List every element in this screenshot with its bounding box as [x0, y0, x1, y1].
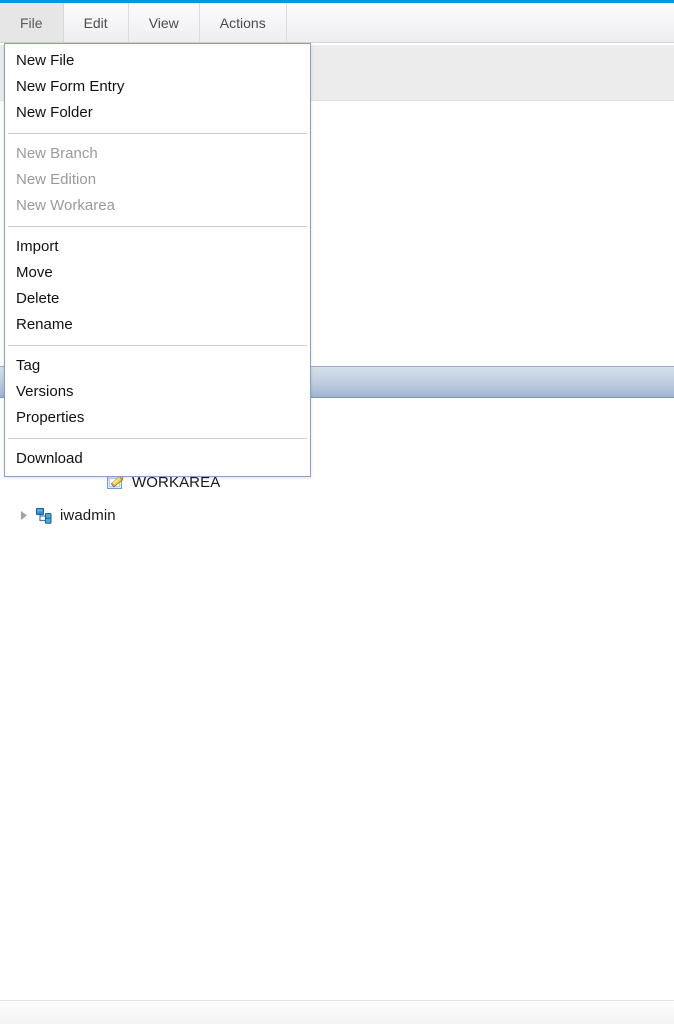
menu-item-move[interactable]: Move — [5, 260, 310, 286]
menu-separator-1 — [8, 133, 307, 134]
menu-tab-view-label: View — [148, 14, 179, 31]
menu-tab-view[interactable]: View — [129, 3, 200, 42]
status-strip — [0, 1000, 674, 1024]
menu-group-file-ops: Import Move Delete Rename — [5, 234, 310, 338]
menu-item-new-file[interactable]: New File — [5, 48, 310, 74]
menu-tab-edit[interactable]: Edit — [64, 3, 129, 42]
menu-separator-2 — [8, 226, 307, 227]
menu-bar: File Edit View Actions — [0, 3, 674, 43]
menu-item-properties[interactable]: Properties — [5, 405, 310, 431]
menu-group-new: New File New Form Entry New Folder — [5, 48, 310, 126]
menu-separator-3 — [8, 345, 307, 346]
menu-bar-empty-space — [287, 3, 674, 42]
menu-item-new-branch: New Branch — [16, 145, 98, 162]
menu-tab-actions-label: Actions — [219, 14, 266, 31]
branch-node-icon — [34, 506, 53, 525]
menu-item-versions[interactable]: Versions — [5, 379, 310, 405]
file-dropdown-menu: New File New Form Entry New Folder New B… — [4, 43, 311, 477]
menu-group-new-advanced: New Branch New Edition New Workarea — [5, 141, 310, 219]
tree-row-iwadmin-label: iwadmin — [60, 507, 116, 524]
menu-item-rename[interactable]: Rename — [5, 312, 310, 338]
menu-separator-4 — [8, 438, 307, 439]
menu-group-transfer: Download — [5, 446, 310, 472]
menu-tab-edit-label: Edit — [83, 14, 108, 31]
menu-item-new-edition: New Edition — [16, 171, 97, 188]
menu-tab-actions[interactable]: Actions — [200, 3, 287, 42]
menu-item-delete[interactable]: Delete — [5, 286, 310, 312]
menu-item-new-workarea: New Workarea — [16, 197, 115, 214]
menu-tab-file-label: File — [20, 14, 43, 31]
menu-group-metadata: Tag Versions Properties — [5, 353, 310, 431]
menu-item-new-folder[interactable]: New Folder — [5, 100, 310, 126]
menu-item-new-form-entry[interactable]: New Form Entry — [5, 74, 310, 100]
menu-item-tag[interactable]: Tag — [5, 353, 310, 379]
menu-tab-file[interactable]: File — [0, 3, 64, 42]
chevron-right-icon[interactable] — [16, 509, 30, 523]
menu-item-import[interactable]: Import — [5, 234, 310, 260]
tree-row-iwadmin[interactable]: iwadmin — [0, 499, 674, 532]
menu-item-download[interactable]: Download — [5, 446, 310, 472]
